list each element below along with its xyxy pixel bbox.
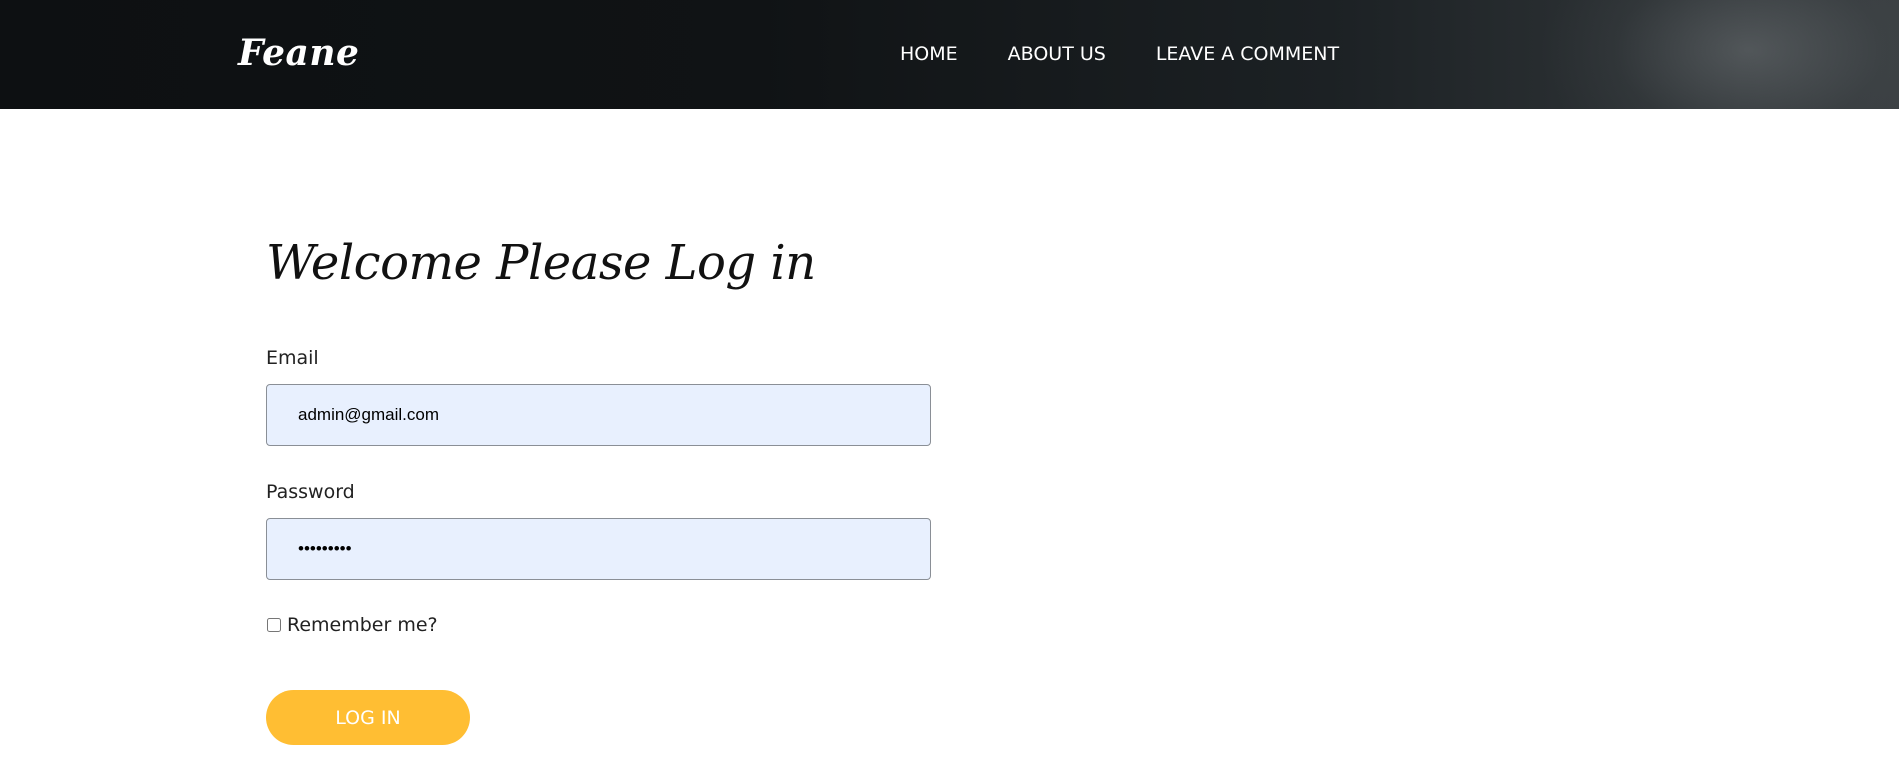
login-heading: Welcome Please Log in <box>266 235 816 291</box>
remember-me-row: Remember me? <box>266 612 438 638</box>
email-label: Email <box>266 347 319 369</box>
header-background-glow <box>1539 0 1899 109</box>
password-label: Password <box>266 481 355 503</box>
site-logo[interactable]: Feane <box>238 30 359 76</box>
log-in-button[interactable]: LOG IN <box>266 690 470 745</box>
remember-me-checkbox[interactable] <box>267 618 281 632</box>
site-header: Feane HOME ABOUT US LEAVE A COMMENT <box>0 0 1899 109</box>
email-field[interactable] <box>266 384 931 446</box>
nav-leave-comment-link[interactable]: LEAVE A COMMENT <box>1156 40 1339 68</box>
main-nav: HOME ABOUT US LEAVE A COMMENT <box>900 40 1339 68</box>
nav-about-us-link[interactable]: ABOUT US <box>1008 40 1106 68</box>
password-field[interactable] <box>266 518 931 580</box>
remember-me-label[interactable]: Remember me? <box>287 612 438 638</box>
nav-home-link[interactable]: HOME <box>900 40 958 68</box>
